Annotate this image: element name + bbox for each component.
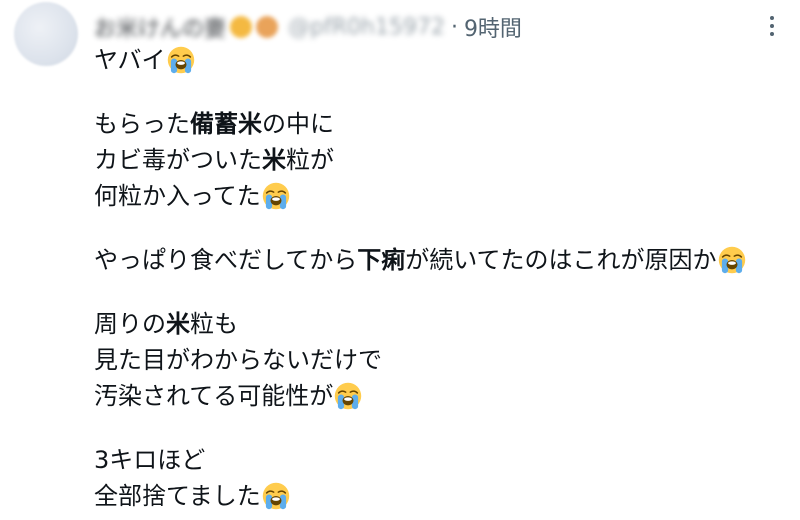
text-line: もらった備蓄米の中に [94,110,334,138]
highlight-text: 米 [166,310,190,338]
text-line: 全部捨てました [94,478,794,514]
tweet-header: お米けんの妻 @pfR0h15972 · 9時間 [94,10,784,44]
cat-emoji-icon [230,16,253,38]
avatar[interactable] [14,2,78,66]
text-line: 何粒か入ってた [94,178,794,214]
highlight-text: 備蓄米 [190,110,262,138]
cake-emoji-icon [256,16,279,38]
loudly-crying-face-icon [718,246,746,274]
highlight-text: 下痢 [357,246,406,274]
tweet-timestamp[interactable]: 9時間 [464,11,522,43]
tweet-text: ヤバイ もらった備蓄米の中に カビ毒がついた米粒が 何粒か入ってた やっぱり食べ… [94,42,794,514]
text-line: 汚染されてる可能性が [94,378,794,414]
highlight-text: 米 [262,146,286,174]
loudly-crying-face-icon [262,182,290,210]
tweet[interactable]: お米けんの妻 @pfR0h15972 · 9時間 ヤバイ もらった備蓄米の中に … [0,0,800,510]
loudly-crying-face-icon [334,382,362,410]
more-options-button[interactable] [760,16,784,36]
loudly-crying-face-icon [167,46,195,74]
text-line: ヤバイ [94,42,794,78]
text-line: 周りの米粒も [94,310,238,338]
loudly-crying-face-icon [262,482,290,510]
text-line: やっぱり食べだしてから下痢が続いてたのはこれが原因か [94,242,794,278]
separator-dot: · [450,14,458,40]
text-line: カビ毒がついた米粒が [94,146,334,174]
text-line: 見た目がわからないだけで [94,346,382,374]
text-line: 3キロほど [94,446,206,474]
author-handle[interactable]: @pfR0h15972 [288,15,445,40]
more-vertical-icon [770,16,774,20]
author-display-name[interactable]: お米けんの妻 [94,11,226,43]
